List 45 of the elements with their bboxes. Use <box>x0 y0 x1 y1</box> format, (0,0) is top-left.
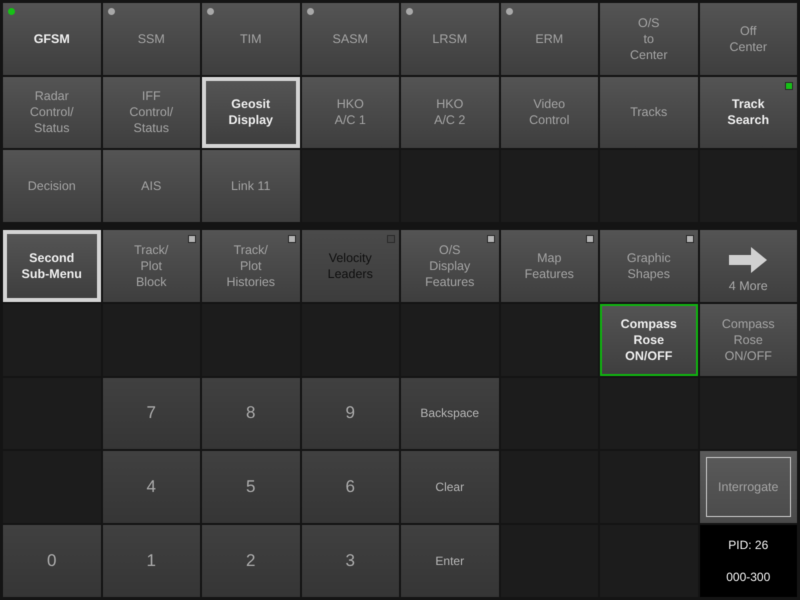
keypad-key[interactable]: 9 <box>302 378 399 450</box>
keypad-key[interactable]: 2 <box>202 525 300 597</box>
right-arrow-icon <box>729 246 768 273</box>
keypad-key[interactable]: 8 <box>202 378 300 450</box>
menu-button[interactable]: ERM <box>500 3 598 75</box>
menu-button[interactable]: Off Center <box>700 3 797 75</box>
menu-button[interactable]: Interrogate <box>700 451 797 524</box>
menu-button[interactable]: Radar Control/ Status <box>3 76 100 148</box>
menu-button[interactable]: TIM <box>202 3 300 75</box>
menu-button[interactable]: Track/ Plot Block <box>102 230 200 302</box>
menu-button[interactable]: Second Sub-Menu <box>3 230 100 302</box>
menu-button[interactable]: HKO A/C 1 <box>302 76 399 148</box>
keypad-key[interactable]: Backspace <box>401 378 498 450</box>
menu-button[interactable]: SASM <box>302 3 399 75</box>
menu-button[interactable]: Geosit Display <box>202 76 300 148</box>
keypad-key[interactable]: 7 <box>102 378 200 450</box>
menu-button[interactable]: Compass Rose ON/OFF <box>700 304 797 376</box>
menu-button[interactable]: O/S to Center <box>600 3 698 75</box>
menu-button[interactable]: O/S Display Features <box>401 230 498 302</box>
menu-button[interactable]: Map Features <box>500 230 598 302</box>
menu-button[interactable]: Track Search <box>700 76 797 148</box>
readout-text: 000-300 <box>726 570 770 584</box>
menu-button[interactable]: GFSM <box>3 3 100 75</box>
keypad-key[interactable]: Enter <box>401 525 498 597</box>
keypad-key[interactable]: 5 <box>202 451 300 524</box>
menu-button[interactable]: IFF Control/ Status <box>102 76 200 148</box>
menu-button[interactable]: HKO A/C 2 <box>401 76 498 148</box>
keypad-key[interactable]: 3 <box>302 525 399 597</box>
menu-button[interactable]: Graphic Shapes <box>600 230 698 302</box>
readout-text: PID: 26 <box>728 538 768 552</box>
menu-button[interactable]: LRSM <box>401 3 498 75</box>
menu-button[interactable]: Video Control <box>500 76 598 148</box>
keypad-key[interactable]: Clear <box>401 451 498 524</box>
menu-button[interactable]: SSM <box>102 3 200 75</box>
keypad-key[interactable]: 6 <box>302 451 399 524</box>
menu-button[interactable]: AIS <box>102 150 200 222</box>
menu-button[interactable]: Decision <box>3 150 100 222</box>
more-button[interactable]: 4 More <box>700 230 797 302</box>
keypad-key[interactable]: 1 <box>102 525 200 597</box>
keypad-key[interactable]: 4 <box>102 451 200 524</box>
keypad-key[interactable]: 0 <box>3 525 100 597</box>
menu-button[interactable]: Track/ Plot Histories <box>202 230 300 302</box>
menu-button[interactable]: Tracks <box>600 76 698 148</box>
menu-button[interactable]: Link 11 <box>202 150 300 222</box>
menu-button[interactable]: Compass Rose ON/OFF <box>600 304 698 376</box>
